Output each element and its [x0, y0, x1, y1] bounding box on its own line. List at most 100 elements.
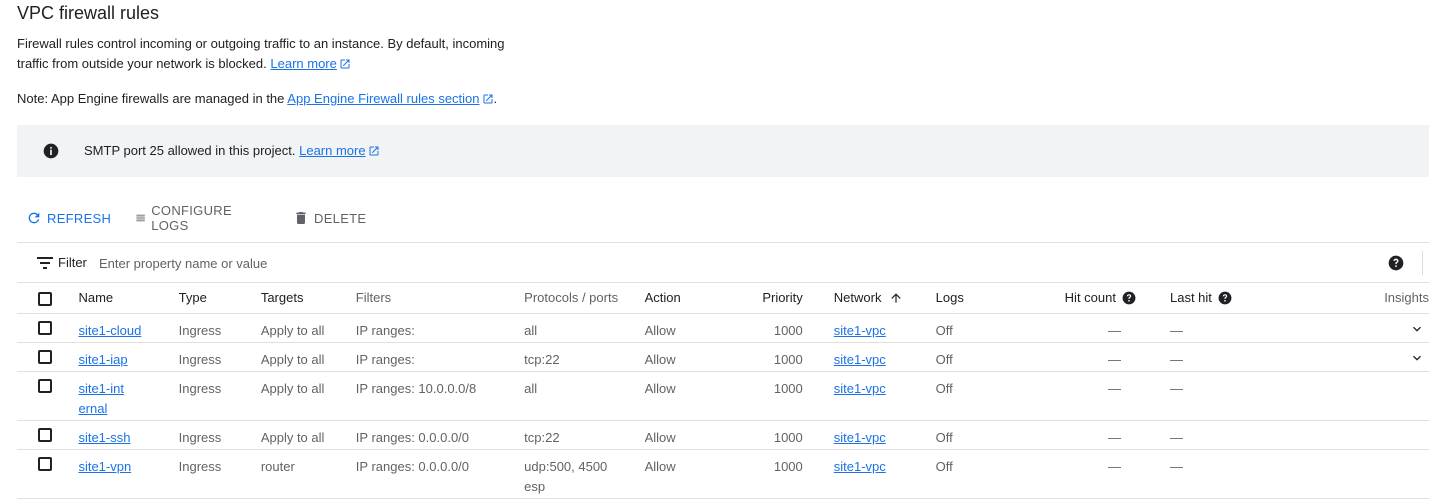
network-link[interactable]: site1-vpc: [834, 430, 886, 445]
rule-type: Ingress: [178, 342, 261, 372]
rule-name-link[interactable]: site1-ssh: [78, 430, 130, 445]
rule-type: Ingress: [178, 371, 261, 421]
rule-priority: 1000: [730, 342, 834, 372]
col-type[interactable]: Type: [178, 283, 261, 314]
rule-hit-count: —: [1029, 449, 1152, 499]
rule-last-hit: —: [1151, 449, 1367, 499]
divider: [1422, 251, 1423, 275]
page-title: VPC firewall rules: [17, 3, 160, 23]
rule-hit-count: —: [1029, 420, 1152, 450]
col-priority[interactable]: Priority: [730, 283, 834, 314]
rule-targets: Apply to all: [260, 313, 356, 343]
filter-label: Filter: [58, 255, 87, 270]
trash-icon: [296, 212, 306, 224]
table-row: site1-cloud Ingress Apply to all IP rang…: [17, 313, 1429, 343]
row-checkbox[interactable]: [38, 456, 52, 471]
rule-type: Ingress: [178, 449, 261, 499]
rule-last-hit: —: [1151, 313, 1367, 343]
col-network[interactable]: Network: [833, 283, 936, 314]
rule-priority: 1000: [730, 449, 834, 499]
external-link-icon: [483, 94, 493, 104]
configure-logs-button[interactable]: CONFIGURE LOGS: [135, 203, 237, 233]
filter-bar: Filter: [17, 242, 1429, 283]
help-icon[interactable]: [1122, 291, 1136, 305]
rule-last-hit: —: [1151, 342, 1367, 372]
help-icon[interactable]: [1218, 291, 1232, 305]
table-row: site1-vpn Ingress router IP ranges: 0.0.…: [17, 449, 1429, 499]
app-engine-firewall-link[interactable]: App Engine Firewall rules section: [287, 91, 493, 106]
rule-name-link[interactable]: site1-iap: [78, 352, 127, 367]
list-icon: [136, 214, 145, 222]
col-hit-count: Hit count: [1029, 283, 1152, 314]
app-engine-note: Note: App Engine firewalls are managed i…: [17, 91, 498, 106]
rule-filters: IP ranges: 10.0.0.0/8: [355, 371, 525, 421]
col-name[interactable]: Name: [78, 283, 179, 314]
rule-logs: Off: [935, 420, 1030, 450]
network-link[interactable]: site1-vpc: [834, 381, 886, 396]
table-row: site1-iap Ingress Apply to all IP ranges…: [17, 342, 1429, 372]
rule-logs: Off: [935, 449, 1030, 499]
rule-hit-count: —: [1029, 342, 1152, 372]
rule-targets: router: [260, 449, 356, 499]
help-icon[interactable]: [1388, 255, 1404, 271]
rule-protocols: all: [524, 371, 645, 421]
firewall-rules-table: Name Type Targets Filters Protocols / po…: [17, 283, 1429, 499]
col-targets[interactable]: Targets: [260, 283, 356, 314]
rule-action: Allow: [644, 449, 731, 499]
rule-name-link[interactable]: site1-internal: [78, 379, 128, 419]
rule-hit-count: —: [1029, 371, 1152, 421]
rule-protocols: tcp:22: [524, 420, 645, 450]
network-link[interactable]: site1-vpc: [834, 352, 886, 367]
rule-protocols: tcp:22: [524, 342, 645, 372]
rule-filters: IP ranges:: [355, 342, 525, 372]
row-checkbox[interactable]: [38, 349, 52, 364]
table-row: site1-internal Ingress Apply to all IP r…: [17, 371, 1429, 421]
select-all-checkbox-cell: [17, 283, 79, 314]
col-action[interactable]: Action: [644, 283, 731, 314]
col-logs[interactable]: Logs: [935, 283, 1030, 314]
rule-action: Allow: [644, 371, 731, 421]
delete-button[interactable]: DELETE: [293, 203, 366, 233]
rule-last-hit: —: [1151, 371, 1367, 421]
refresh-icon: [28, 212, 40, 224]
rule-type: Ingress: [178, 420, 261, 450]
smtp-info-banner: SMTP port 25 allowed in this project. Le…: [17, 125, 1429, 177]
col-insights: Insights: [1366, 283, 1429, 314]
network-link[interactable]: site1-vpc: [834, 323, 886, 338]
learn-more-link[interactable]: Learn more: [270, 56, 350, 71]
chevron-down-icon[interactable]: [1409, 350, 1425, 366]
row-checkbox[interactable]: [38, 378, 52, 393]
rule-name-link[interactable]: site1-cloud: [78, 323, 141, 338]
rule-protocols: udp:500, 4500 esp: [524, 449, 645, 499]
rule-action: Allow: [644, 420, 731, 450]
rule-filters: IP ranges:: [355, 313, 525, 343]
chevron-down-icon[interactable]: [1409, 321, 1425, 337]
rule-filters: IP ranges: 0.0.0.0/0: [355, 449, 525, 499]
rule-logs: Off: [935, 371, 1030, 421]
rule-filters: IP ranges: 0.0.0.0/0: [355, 420, 525, 450]
row-checkbox[interactable]: [38, 320, 52, 335]
row-checkbox[interactable]: [38, 427, 52, 442]
description-text: Firewall rules control incoming or outgo…: [17, 36, 505, 71]
page-description: Firewall rules control incoming or outgo…: [17, 34, 537, 74]
rule-targets: Apply to all: [260, 371, 356, 421]
info-icon: [43, 143, 59, 159]
rule-logs: Off: [935, 313, 1030, 343]
table-row: site1-ssh Ingress Apply to all IP ranges…: [17, 420, 1429, 450]
rule-name-link[interactable]: site1-vpn: [78, 459, 131, 474]
rule-protocols: all: [524, 313, 645, 343]
rule-hit-count: —: [1029, 313, 1152, 343]
banner-learn-more-link[interactable]: Learn more: [299, 143, 379, 158]
table-header-row: Name Type Targets Filters Protocols / po…: [17, 283, 1429, 314]
rule-type: Ingress: [178, 313, 261, 343]
filter-input[interactable]: [99, 252, 699, 274]
rule-action: Allow: [644, 313, 731, 343]
external-link-icon: [369, 146, 379, 156]
refresh-button[interactable]: REFRESH: [26, 203, 111, 233]
sort-ascending-icon: [891, 293, 902, 303]
rule-last-hit: —: [1151, 420, 1367, 450]
select-all-checkbox[interactable]: [38, 291, 52, 306]
rule-priority: 1000: [730, 420, 834, 450]
network-link[interactable]: site1-vpc: [834, 459, 886, 474]
col-last-hit: Last hit: [1151, 283, 1367, 314]
